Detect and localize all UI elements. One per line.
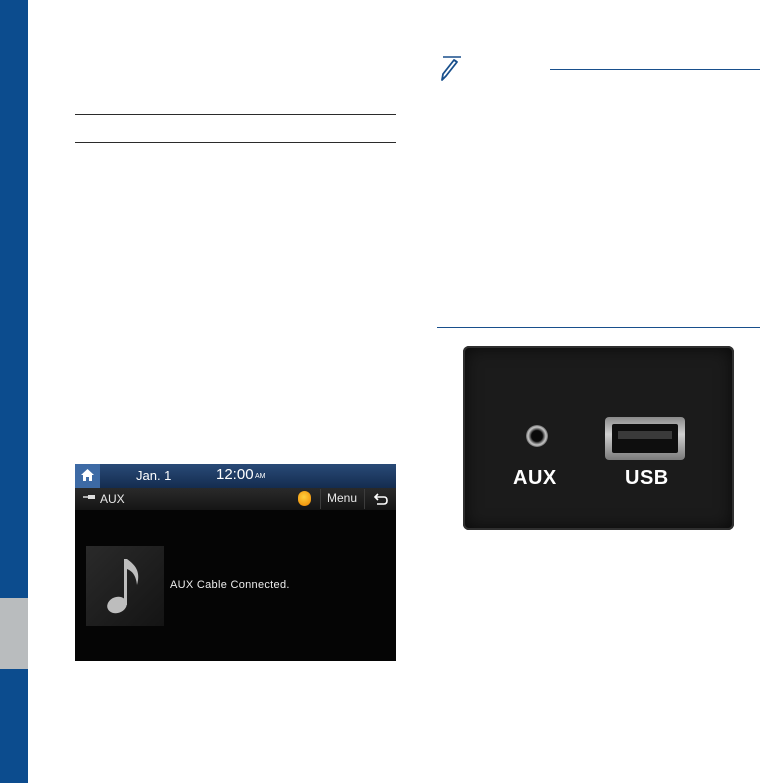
section-rule-top: [75, 114, 396, 115]
section-rule-bottom: [75, 142, 396, 143]
aux-label: AUX: [513, 467, 557, 489]
date: Jan. 1: [136, 468, 172, 483]
figure-rule: [437, 327, 760, 328]
aux-source-icon: [83, 495, 95, 499]
album-art: [86, 546, 164, 626]
section-tab: [0, 598, 28, 669]
aux-screen: Jan. 1 12:00 AM AUX Menu AUX Cable Conne…: [75, 464, 396, 661]
usb-label: USB: [625, 467, 669, 489]
home-button[interactable]: [75, 464, 100, 488]
source-label: AUX: [100, 492, 125, 506]
back-button[interactable]: [364, 489, 396, 509]
usb-port: [605, 417, 685, 460]
clock: 12:00: [216, 466, 254, 483]
clock-ampm: AM: [255, 473, 266, 480]
home-icon: [81, 469, 94, 481]
menu-button[interactable]: Menu: [320, 489, 363, 509]
music-note-icon: [107, 559, 139, 614]
port-panel-photo: AUX USB: [463, 346, 734, 530]
note-rule: [550, 69, 760, 70]
aux-jack: [526, 425, 548, 447]
note-pencil-icon: [441, 56, 461, 81]
status-bar: Jan. 1 12:00 AM: [75, 464, 396, 488]
toolbar: AUX Menu: [75, 488, 396, 510]
status-message: AUX Cable Connected.: [170, 579, 290, 591]
app-icon[interactable]: [298, 491, 311, 506]
back-icon: [373, 493, 388, 505]
